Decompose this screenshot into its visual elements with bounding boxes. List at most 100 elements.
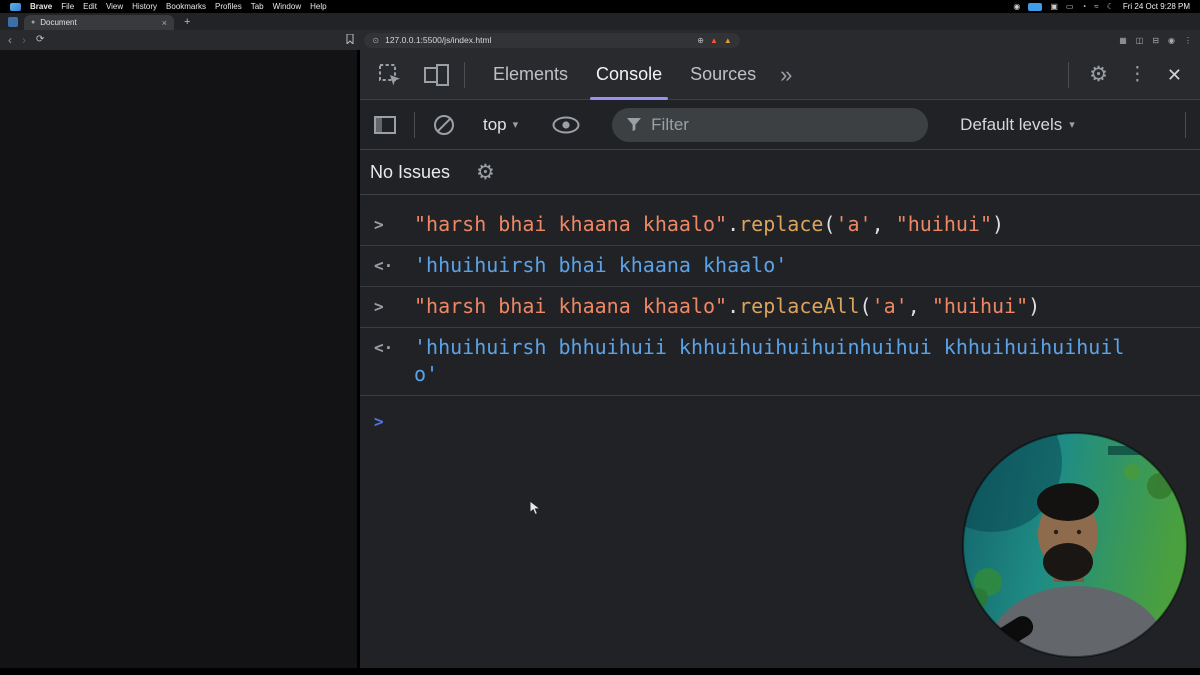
string-literal: "harsh bhai khaana khaalo": [414, 212, 728, 236]
comma: ,: [871, 212, 896, 236]
filter-funnel-icon: [626, 117, 642, 132]
issues-row: No Issues ⚙: [360, 150, 1200, 195]
console-result-2: 'hhuihuirsh bhhuihuii khhuihuihuihuinhui…: [414, 334, 1130, 388]
string-arg: "huihui": [931, 294, 1029, 318]
console-result-1: 'hhuihuirsh bhai khaana khaalo': [414, 252, 1130, 279]
issues-counter[interactable]: No Issues: [370, 162, 450, 183]
string-literal: "harsh bhai khaana khaalo": [414, 294, 728, 318]
browser-menu-icon[interactable]: ⋮: [1184, 36, 1192, 45]
screen: Brave File Edit View History Bookmarks P…: [0, 0, 1200, 675]
bookmark-icon[interactable]: [346, 31, 354, 49]
devtools-menu-button[interactable]: ⋮: [1128, 65, 1147, 84]
menubar-item-tab[interactable]: Tab: [251, 2, 264, 11]
filter-field[interactable]: [612, 107, 929, 142]
screen-mirroring-icon[interactable]: ◉: [1013, 2, 1020, 11]
tab-close-icon[interactable]: ×: [162, 18, 167, 28]
browser-tab-document[interactable]: ● Document ×: [24, 15, 174, 30]
paren: ): [1028, 294, 1041, 318]
brave-shield-icon[interactable]: ▲: [710, 36, 718, 45]
tab-sources[interactable]: Sources: [676, 50, 770, 100]
console-result-arrow-icon: <·: [374, 256, 394, 275]
browser-tab-strip: ● Document × +: [0, 13, 1200, 30]
tab-favicon: ●: [31, 19, 36, 26]
camera-indicator-icon[interactable]: [1028, 2, 1043, 11]
toggle-sidebar-button[interactable]: [374, 115, 396, 134]
log-levels-label: Default levels: [960, 114, 1063, 134]
back-button[interactable]: ‹: [8, 34, 12, 46]
window-bottom-edge: [0, 668, 1200, 675]
console-entry-input-2[interactable]: > "harsh bhai khaana khaalo".replaceAll(…: [360, 287, 1200, 328]
console-entry-result-1[interactable]: <· 'hhuihuirsh bhai khaana khaalo': [360, 246, 1200, 287]
warning-icon[interactable]: ▲: [724, 36, 732, 45]
console-prompt-chevron-icon: >: [374, 412, 384, 431]
tab-elements[interactable]: Elements: [479, 50, 582, 100]
filter-input[interactable]: [651, 114, 915, 135]
menubar-item-window[interactable]: Window: [273, 2, 301, 11]
paren: ): [992, 212, 1005, 236]
dot-operator: .: [727, 294, 740, 318]
chevron-down-icon: ▾: [512, 119, 519, 131]
string-arg: "huihui": [895, 212, 993, 236]
address-bar: ‹ › ⟳ ⊙ 127.0.0.1:5500/js/index.html ⊕ ▲…: [0, 30, 1200, 50]
macos-menu-bar: Brave File Edit View History Bookmarks P…: [0, 0, 1200, 13]
comma: ,: [907, 294, 932, 318]
webcam-overlay: [962, 432, 1188, 658]
result-string: 'hhuihuirsh bhai khaana khaalo': [414, 253, 788, 277]
reload-button[interactable]: ⟳: [36, 35, 44, 45]
method-name: replace: [739, 212, 824, 236]
paren: (: [823, 212, 836, 236]
menubar-item-history[interactable]: History: [132, 2, 157, 11]
menubar-item-edit[interactable]: Edit: [83, 2, 97, 11]
inspect-element-button[interactable]: [378, 63, 402, 87]
url-text[interactable]: 127.0.0.1:5500/js/index.html: [385, 35, 691, 45]
menubar-item-view[interactable]: View: [106, 2, 123, 11]
more-tabs-button[interactable]: »: [780, 62, 792, 88]
menubar-item-profiles[interactable]: Profiles: [215, 2, 242, 11]
string-arg: 'a': [835, 212, 872, 236]
console-settings-button[interactable]: ⚙: [476, 162, 495, 183]
menubar-item-file[interactable]: File: [61, 2, 74, 11]
tab-console[interactable]: Console: [582, 50, 676, 100]
log-levels-dropdown[interactable]: Default levels ▾: [960, 115, 1075, 135]
control-center-icon[interactable]: ◔: [1081, 2, 1086, 11]
console-entry-input-1[interactable]: > "harsh bhai khaana khaalo".replace('a'…: [360, 205, 1200, 246]
profile-badge-icon[interactable]: [8, 17, 18, 27]
chevron-down-icon: ▾: [1069, 119, 1075, 131]
forward-button[interactable]: ›: [22, 34, 26, 46]
menubar-item-brave[interactable]: Brave: [30, 2, 52, 11]
live-expression-button[interactable]: [552, 116, 580, 134]
url-field[interactable]: ⊙ 127.0.0.1:5500/js/index.html ⊕ ▲ ▲: [364, 32, 740, 48]
zoom-icon[interactable]: ⊕: [697, 36, 704, 45]
profile-icon[interactable]: ◉: [1168, 36, 1175, 45]
downloads-icon[interactable]: ⊟: [1152, 36, 1159, 45]
method-name: replaceAll: [739, 294, 860, 318]
context-label: top: [483, 114, 507, 134]
battery-icon[interactable]: ▭: [1066, 2, 1074, 11]
context-selector[interactable]: top ▾: [483, 115, 518, 135]
page-viewport[interactable]: [0, 50, 357, 668]
clear-console-button[interactable]: [433, 114, 455, 136]
menubar-item-bookmarks[interactable]: Bookmarks: [166, 2, 206, 11]
split-view-icon[interactable]: ◫: [1136, 36, 1144, 45]
console-toolbar: top ▾ Filter Default levels ▾: [360, 100, 1200, 150]
focus-mode-icon[interactable]: ☾: [1107, 2, 1114, 11]
tab-title: Document: [40, 18, 77, 27]
console-input-chevron-icon: >: [374, 215, 384, 234]
console-expression-1: "harsh bhai khaana khaalo".replace('a', …: [414, 211, 1130, 238]
site-info-icon[interactable]: ⊙: [372, 36, 379, 45]
display-icon[interactable]: ▣: [1050, 2, 1058, 11]
menubar-clock[interactable]: Fri 24 Oct 9:28 PM: [1123, 2, 1190, 11]
console-entry-result-2[interactable]: <· 'hhuihuirsh bhhuihuii khhuihuihuihuin…: [360, 328, 1200, 396]
devtools-settings-button[interactable]: ⚙: [1089, 64, 1108, 85]
close-devtools-button[interactable]: ✕: [1167, 66, 1182, 84]
wifi-icon[interactable]: ≈: [1094, 2, 1098, 11]
new-tab-button[interactable]: +: [184, 16, 190, 28]
device-toolbar-button[interactable]: [424, 63, 450, 86]
string-arg: 'a': [871, 294, 908, 318]
menubar-item-help[interactable]: Help: [310, 2, 326, 11]
dot-operator: .: [727, 212, 740, 236]
apple-menu-icon[interactable]: [10, 2, 21, 11]
devtools-tab-bar: Elements Console Sources » ⚙ ⋮ ✕: [360, 50, 1200, 100]
console-expression-2: "harsh bhai khaana khaalo".replaceAll('a…: [414, 293, 1130, 320]
reading-mode-icon[interactable]: ▦: [1119, 36, 1127, 45]
